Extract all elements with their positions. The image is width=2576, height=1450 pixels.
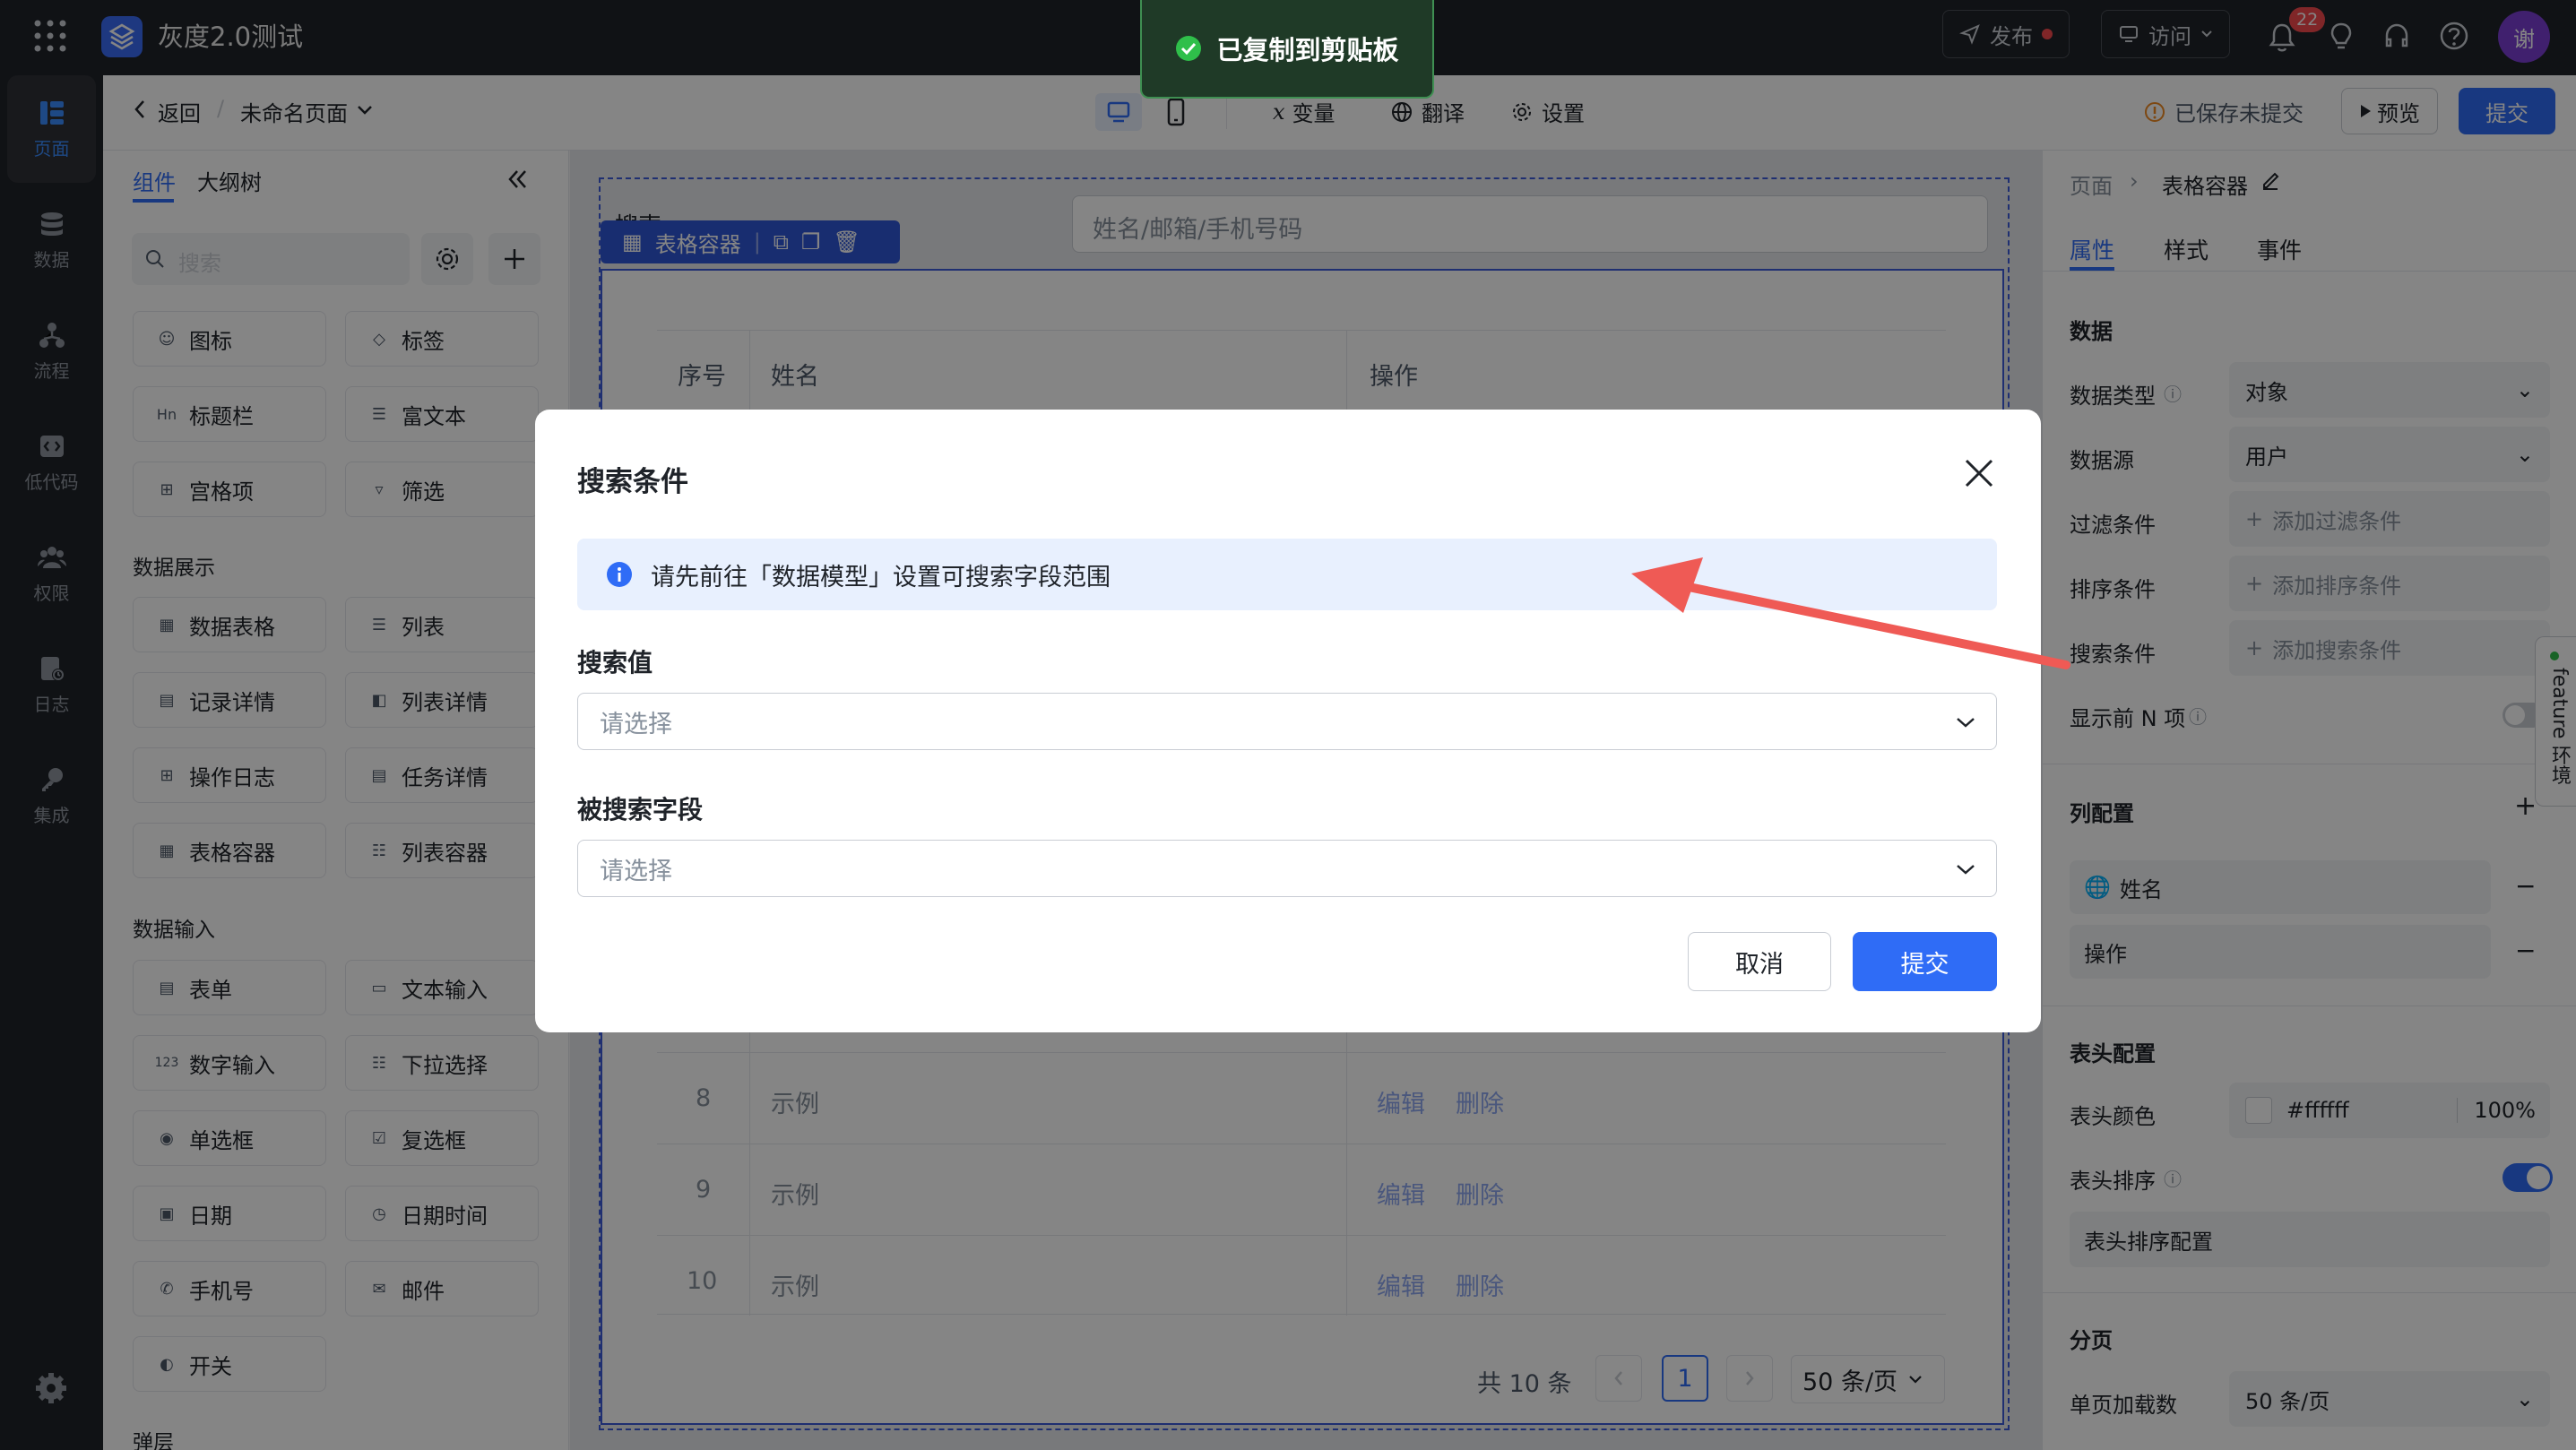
- submit-button[interactable]: 提交: [1853, 932, 1997, 991]
- cancel-button[interactable]: 取消: [1688, 932, 1831, 991]
- info-icon: [607, 562, 632, 587]
- search-value-select[interactable]: 请选择: [577, 693, 1997, 750]
- close-icon[interactable]: [1963, 457, 1995, 489]
- chevron-down-icon: [1957, 865, 1975, 875]
- chevron-down-icon: [1957, 718, 1975, 728]
- searched-field-placeholder: 请选择: [600, 857, 672, 885]
- dialog-title: 搜索条件: [577, 466, 688, 498]
- toast-notification: 已复制到剪贴板: [1140, 0, 1434, 99]
- annotation-arrow-icon: [1631, 557, 2070, 669]
- search-value-placeholder: 请选择: [600, 710, 672, 738]
- searched-field-select[interactable]: 请选择: [577, 840, 1997, 897]
- check-circle-icon: [1176, 36, 1202, 61]
- toast-message: 已复制到剪贴板: [1216, 35, 1399, 65]
- searched-field-label: 被搜索字段: [577, 795, 704, 824]
- info-alert-text: 请先前往「数据模型」设置可搜索字段范围: [651, 563, 1111, 591]
- search-value-label: 搜索值: [577, 648, 653, 678]
